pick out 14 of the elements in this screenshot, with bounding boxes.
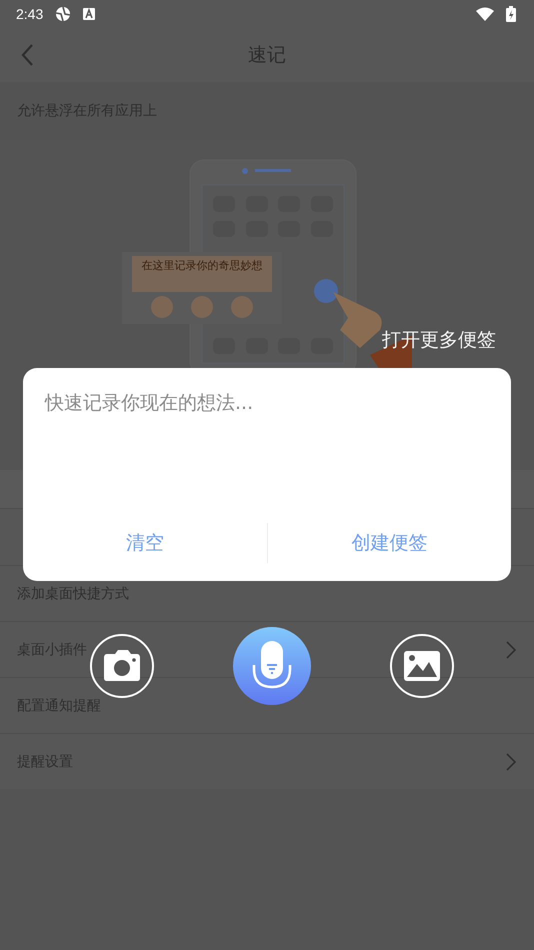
note-input-field[interactable]: 快速记录你现在的想法... xyxy=(23,368,511,513)
battery-charging-icon xyxy=(506,6,516,22)
illustration-caption: 在这里记录你的奇思妙想 xyxy=(142,259,262,272)
clear-button[interactable]: 清空 xyxy=(23,521,266,565)
chevron-right-icon xyxy=(506,640,516,658)
create-note-button[interactable]: 创建便签 xyxy=(268,521,511,565)
hint-text: 打开更多便签 xyxy=(382,328,496,353)
microphone-icon xyxy=(252,641,292,691)
wifi-icon xyxy=(476,7,494,21)
status-time: 2:43 xyxy=(16,6,44,22)
camera-button[interactable] xyxy=(90,634,154,698)
gallery-button[interactable] xyxy=(390,634,454,698)
chevron-right-icon xyxy=(506,752,516,770)
app-notification-icon xyxy=(83,8,96,20)
